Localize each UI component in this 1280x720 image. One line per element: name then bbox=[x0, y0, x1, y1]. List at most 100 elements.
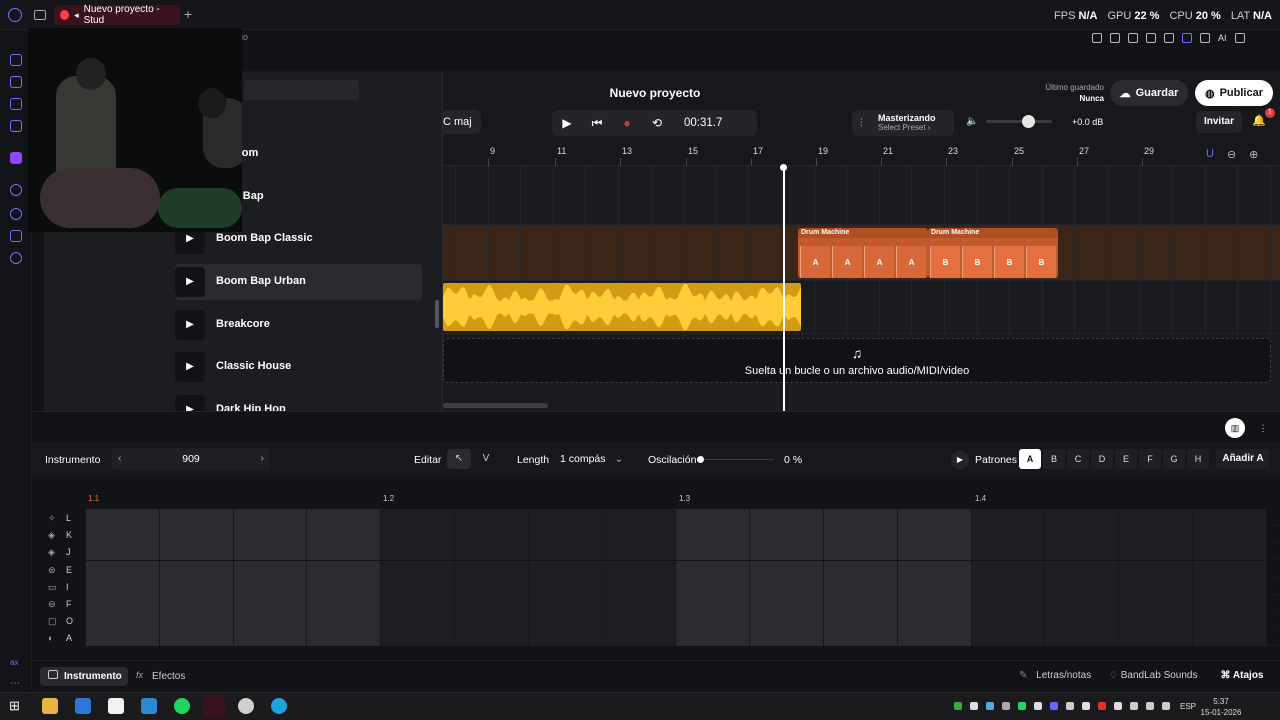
sequencer-step-cell[interactable] bbox=[897, 577, 972, 595]
sequencer-row-label[interactable]: ▭ I bbox=[48, 582, 78, 593]
sequencer-step-cell[interactable] bbox=[528, 526, 603, 544]
sequencer-step-cell[interactable] bbox=[897, 560, 972, 578]
project-title[interactable]: Nuevo proyecto bbox=[560, 86, 750, 100]
sequencer-step-cell[interactable] bbox=[381, 560, 455, 578]
drum-step[interactable]: B bbox=[994, 246, 1024, 278]
opera-gx-icon[interactable] bbox=[203, 695, 225, 717]
sequencer-step-cell[interactable] bbox=[159, 629, 234, 647]
sequencer-step-cell[interactable] bbox=[455, 612, 529, 630]
sidebar-app-icon[interactable] bbox=[10, 54, 22, 66]
sequencer-step-cell[interactable] bbox=[1119, 543, 1193, 561]
sequencer-step-cell[interactable] bbox=[676, 577, 751, 595]
piano-icon[interactable]: ▥ bbox=[1225, 418, 1245, 438]
sequencer-step-cell[interactable] bbox=[307, 612, 382, 630]
playhead[interactable] bbox=[783, 166, 785, 411]
tray-icon[interactable] bbox=[1066, 702, 1074, 710]
sequencer-step-cell[interactable] bbox=[824, 560, 898, 578]
sequencer-step-cell[interactable] bbox=[971, 543, 1046, 561]
tray-icon[interactable] bbox=[970, 702, 978, 710]
vscode-icon[interactable] bbox=[141, 698, 157, 714]
sequencer-step-cell[interactable] bbox=[307, 526, 382, 544]
sequencer-step-cell[interactable] bbox=[750, 577, 824, 595]
sequencer-step-cell[interactable] bbox=[528, 543, 603, 561]
windows-start-icon[interactable]: ⊞ bbox=[9, 698, 25, 714]
ai-button[interactable]: AI bbox=[1218, 33, 1227, 43]
sequencer-step-cell[interactable] bbox=[1119, 560, 1193, 578]
sequencer-step-cell[interactable] bbox=[233, 526, 308, 544]
sequencer-step-cell[interactable] bbox=[1119, 612, 1193, 630]
drop-zone[interactable]: ♫ Suelta un bucle o un archivo audio/MID… bbox=[443, 338, 1271, 383]
sequencer-step-cell[interactable] bbox=[897, 509, 972, 526]
browser-tab[interactable]: ◂ Nuevo proyecto - Stud bbox=[54, 4, 180, 26]
magnet-icon[interactable]: U bbox=[1206, 148, 1214, 161]
sequencer-step-cell[interactable] bbox=[602, 560, 677, 578]
sequencer-step-cell[interactable] bbox=[1193, 612, 1267, 630]
sequencer-step-cell[interactable] bbox=[1045, 595, 1120, 612]
store-icon[interactable] bbox=[108, 698, 124, 714]
language-indicator[interactable]: ESP bbox=[1180, 702, 1196, 711]
swing-slider[interactable] bbox=[700, 459, 774, 460]
tray-icon[interactable] bbox=[986, 702, 994, 710]
browser-logo-icon[interactable] bbox=[8, 8, 22, 22]
sequencer-step-cell[interactable] bbox=[455, 629, 529, 647]
sequencer-step-cell[interactable] bbox=[381, 612, 455, 630]
master-volume-knob[interactable] bbox=[1022, 115, 1035, 128]
app-icon[interactable] bbox=[238, 698, 254, 714]
tray-icon[interactable] bbox=[1018, 702, 1026, 710]
workspaces-icon[interactable] bbox=[34, 10, 46, 20]
download-icon[interactable] bbox=[1200, 33, 1210, 43]
sequencer-step-cell[interactable] bbox=[676, 543, 751, 561]
horizontal-scrollbar[interactable] bbox=[443, 403, 548, 408]
play-outline-icon[interactable] bbox=[1146, 33, 1156, 43]
sequencer-step-cell[interactable] bbox=[528, 629, 603, 647]
sequencer-step-cell[interactable] bbox=[750, 560, 824, 578]
sequencer-step-cell[interactable] bbox=[750, 612, 824, 630]
sequencer-step-cell[interactable] bbox=[750, 543, 824, 561]
sequencer-step-cell[interactable] bbox=[159, 509, 234, 526]
drum-machine-clip[interactable]: Drum Machine BBBB bbox=[928, 228, 1058, 278]
playhead-handle[interactable] bbox=[780, 164, 787, 171]
sidebar-app-icon[interactable] bbox=[10, 120, 22, 132]
sequencer-step-cell[interactable] bbox=[1119, 595, 1193, 612]
sequencer-step-cell[interactable] bbox=[307, 595, 382, 612]
sequencer-step-cell[interactable] bbox=[897, 629, 972, 647]
pattern-button[interactable]: H bbox=[1187, 449, 1209, 469]
sequencer-step-cell[interactable] bbox=[159, 560, 234, 578]
outlook-icon[interactable] bbox=[75, 698, 91, 714]
sequencer-step-cell[interactable] bbox=[1045, 577, 1120, 595]
loop-list-item[interactable]: ▶ Classic House bbox=[175, 349, 422, 385]
more-options-icon[interactable]: ⋯ bbox=[10, 678, 22, 690]
loop-play-button[interactable]: ▶ bbox=[175, 352, 205, 382]
sequencer-step-cell[interactable] bbox=[1045, 560, 1120, 578]
sequencer-step-cell[interactable] bbox=[381, 526, 455, 544]
tab-effects[interactable]: Efectos bbox=[137, 667, 207, 686]
sequencer-step-cell[interactable] bbox=[602, 595, 677, 612]
drum-step[interactable]: A bbox=[832, 246, 862, 278]
sequencer-step-cell[interactable] bbox=[159, 612, 234, 630]
sequencer-step-cell[interactable] bbox=[159, 595, 234, 612]
sequencer-step-cell[interactable] bbox=[307, 543, 382, 561]
sequencer-step-cell[interactable] bbox=[233, 595, 308, 612]
sequencer-step-cell[interactable] bbox=[307, 629, 382, 647]
sequencer-step-cell[interactable] bbox=[750, 509, 824, 526]
pattern-play-button[interactable]: ▶ bbox=[951, 451, 969, 469]
lyrics-button[interactable]: ✎ Letras/notas bbox=[1019, 670, 1091, 681]
sequencer-row-label[interactable]: ⊜ E bbox=[48, 565, 78, 576]
sequencer-row-label[interactable]: ◈ K bbox=[48, 530, 78, 541]
sequencer-step-cell[interactable] bbox=[1045, 612, 1120, 630]
tray-icon[interactable] bbox=[1082, 702, 1090, 710]
sequencer-step-cell[interactable] bbox=[233, 509, 308, 526]
sidebar-app-icon[interactable] bbox=[10, 98, 22, 110]
sequencer-step-cell[interactable] bbox=[233, 577, 308, 595]
sequencer-row-label[interactable]: ⊖ F bbox=[48, 599, 78, 610]
sequencer-step-cell[interactable] bbox=[233, 543, 308, 561]
volume-icon[interactable]: 🔈 bbox=[966, 116, 978, 128]
spotify-icon[interactable] bbox=[174, 698, 190, 714]
sequencer-step-cell[interactable] bbox=[824, 577, 898, 595]
sequencer-step-cell[interactable] bbox=[824, 543, 898, 561]
sequencer-step-cell[interactable] bbox=[602, 612, 677, 630]
edge-icon[interactable] bbox=[271, 698, 287, 714]
add-pattern-button[interactable]: Añadir A bbox=[1216, 449, 1270, 469]
sequencer-step-cell[interactable] bbox=[233, 560, 308, 578]
sequencer-step-cell[interactable] bbox=[602, 577, 677, 595]
